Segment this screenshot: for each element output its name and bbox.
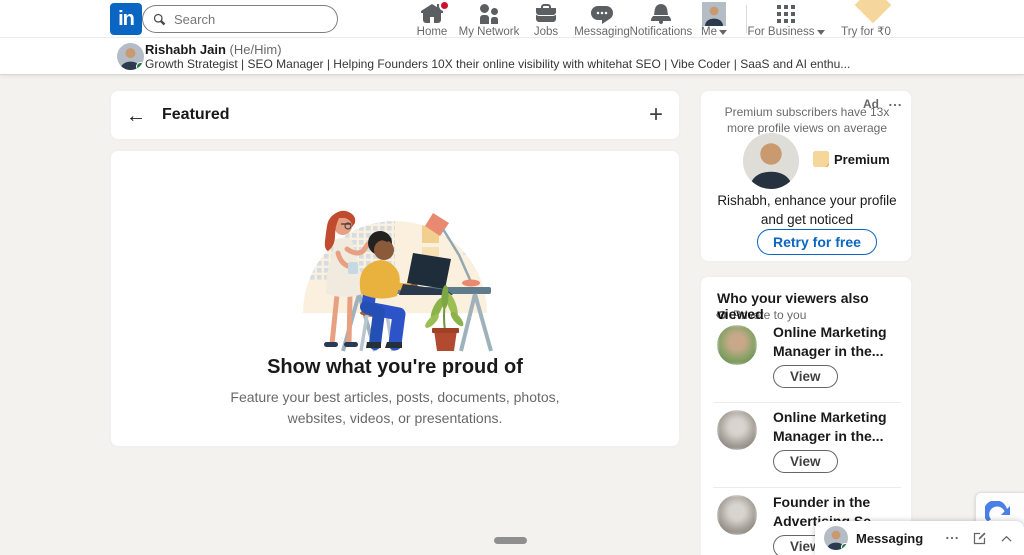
online-status-dot [136, 62, 144, 70]
horizontal-scrollbar-thumb[interactable] [494, 537, 527, 544]
profile-headline: Growth Strategist | SEO Manager | Helpin… [145, 57, 851, 71]
privacy-row: Private to you [715, 308, 806, 322]
more-icon[interactable] [944, 530, 960, 546]
nav-label-me: Me [701, 26, 717, 38]
viewer-list-item: Online Marketing Manager in the... View [717, 323, 897, 401]
view-button[interactable]: View [773, 365, 838, 388]
home-icon [420, 0, 450, 26]
ad-profile-photo [743, 133, 799, 189]
messaging-dock-title: Messaging [856, 531, 924, 546]
notifications-icon [649, 2, 673, 26]
search-box[interactable] [142, 5, 338, 33]
divider [713, 402, 901, 403]
messaging-avatar [824, 526, 848, 550]
nav-item-notifications[interactable]: Notifications [623, 0, 699, 38]
add-featured-button[interactable]: + [642, 101, 670, 129]
premium-ad-card: Ad Premium subscribers have 13x more pro… [700, 90, 912, 262]
premium-icon [813, 151, 829, 167]
grid-icon [774, 2, 798, 26]
nav-label-premium-trial: Try for ₹0 [841, 26, 891, 38]
my-network-icon [477, 2, 501, 26]
empty-state-title: Show what you're proud of [267, 356, 523, 378]
nav-label-notifications: Notifications [629, 26, 693, 38]
divider [713, 487, 901, 488]
nav-item-me[interactable]: Me [692, 0, 736, 38]
notification-badge [439, 0, 450, 11]
nav-label-home: Home [416, 26, 448, 38]
search-icon [152, 12, 167, 27]
search-input[interactable] [174, 11, 314, 27]
viewer-avatar[interactable] [717, 495, 757, 535]
view-button[interactable]: View [773, 450, 838, 473]
profile-avatar[interactable] [117, 43, 144, 70]
profile-context-bar: Rishabh Jain (He/Him) Growth Strategist … [0, 38, 1024, 75]
viewers-also-viewed-card: Who your viewers also viewed Private to … [700, 276, 912, 555]
chevron-down-icon [816, 29, 825, 35]
premium-badge: Premium [813, 151, 890, 167]
nav-item-jobs[interactable]: Jobs [521, 0, 571, 38]
profile-name: Rishabh Jain [145, 42, 226, 57]
messaging-dock[interactable]: Messaging [815, 521, 1024, 555]
nav-item-for-business[interactable]: For Business [747, 0, 825, 38]
compose-icon[interactable] [972, 531, 987, 546]
viewer-name[interactable]: Online Marketing Manager in the... [773, 323, 903, 361]
page-title: Featured [162, 106, 230, 123]
me-avatar [702, 2, 726, 26]
nav-item-my-network[interactable]: My Network [451, 0, 527, 38]
empty-state-description: Feature your best articles, posts, docum… [230, 389, 560, 426]
viewer-avatar[interactable] [717, 410, 757, 450]
chevron-down-icon [718, 29, 727, 35]
viewer-name[interactable]: Online Marketing Manager in the... [773, 408, 903, 446]
featured-empty-illustration [275, 163, 515, 353]
viewer-list-item: Online Marketing Manager in the... View [717, 408, 897, 486]
profile-pronouns: (He/Him) [229, 42, 282, 57]
privacy-label: Private to you [733, 308, 807, 322]
chevron-up-icon[interactable] [999, 531, 1014, 546]
nav-label-for-business: For Business [747, 26, 815, 38]
nav-label-jobs: Jobs [533, 26, 559, 38]
jobs-icon [534, 2, 558, 26]
retry-for-free-button[interactable]: Retry for free [757, 229, 877, 255]
nav-label-my-network: My Network [458, 26, 520, 38]
ad-tagline: Premium subscribers have 13x more profil… [724, 105, 890, 136]
nav-label-messaging: Messaging [574, 26, 630, 38]
back-button[interactable]: ← [122, 102, 150, 130]
nav-item-premium-trial[interactable]: Try for ₹0 [836, 0, 896, 38]
online-status-dot [841, 543, 848, 550]
eye-icon [715, 308, 729, 322]
ad-headline: Rishabh, enhance your profile and get no… [717, 193, 897, 227]
viewer-avatar[interactable] [717, 325, 757, 365]
linkedin-featured-page: in Home My Network Job [0, 0, 1024, 555]
premium-label: Premium [834, 151, 890, 167]
messaging-icon [590, 2, 614, 26]
top-navigation-bar: in Home My Network Job [0, 0, 1024, 38]
linkedin-logo[interactable]: in [110, 3, 142, 35]
